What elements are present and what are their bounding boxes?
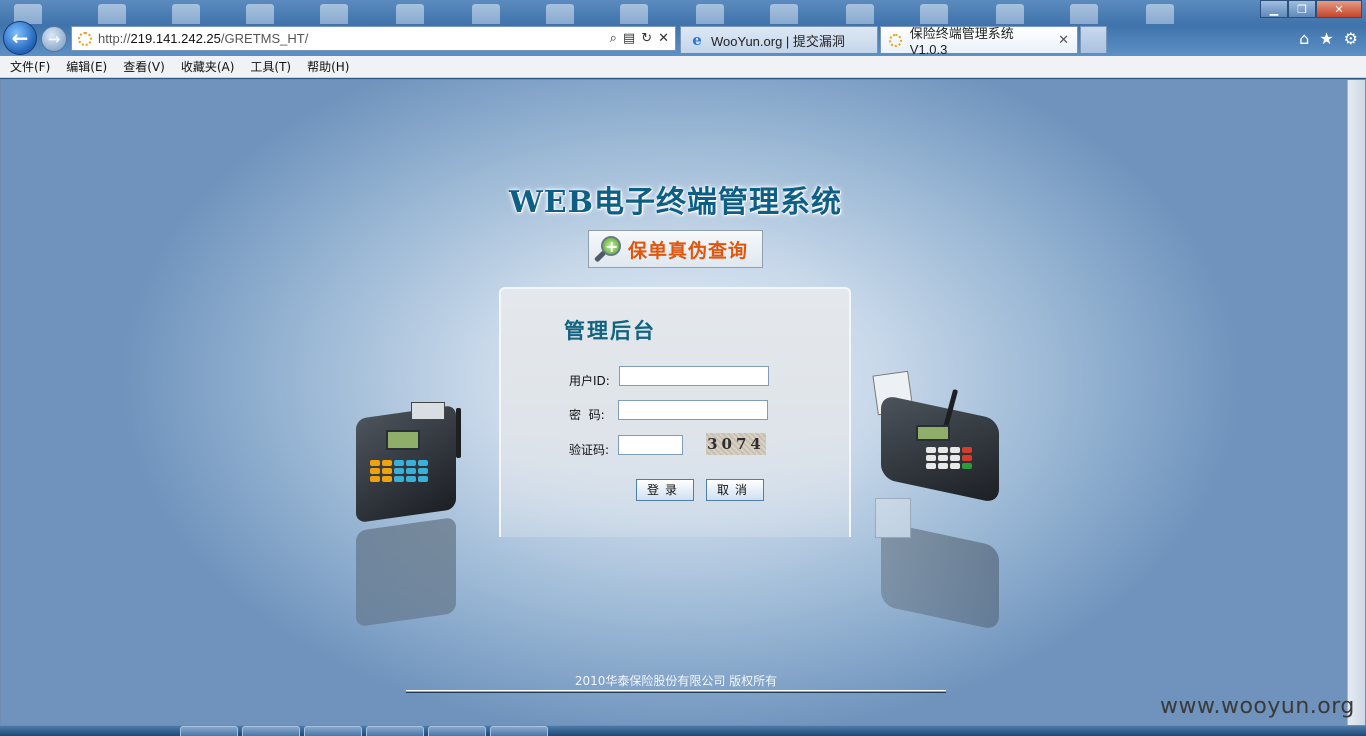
desktop-icon xyxy=(246,4,274,24)
password-input[interactable] xyxy=(618,400,768,420)
desktop-icon xyxy=(546,4,574,24)
menu-tools[interactable]: 工具(T) xyxy=(250,58,291,75)
desktop-icon xyxy=(396,4,424,24)
url-path: /GRETMS_HT/ xyxy=(220,31,309,46)
desktop-icon xyxy=(1146,4,1174,24)
desktop-icon xyxy=(172,4,200,24)
desktop-icon xyxy=(320,4,348,24)
back-button[interactable]: ← xyxy=(3,21,37,55)
close-icon: ✕ xyxy=(1334,2,1344,16)
browser-titlebar: ← → http://219.141.242.25/GRETMS_HT/ ⌕ ▤… xyxy=(0,0,1366,57)
arrow-right-icon: → xyxy=(47,30,61,48)
taskbar-item[interactable] xyxy=(180,726,238,736)
arrow-left-icon: ← xyxy=(11,26,29,50)
watermark-text: www.wooyun.org xyxy=(1160,694,1355,719)
desktop-icon xyxy=(1070,4,1098,24)
favorites-star-icon[interactable]: ★ xyxy=(1319,29,1333,48)
tab-close-icon[interactable]: ✕ xyxy=(1048,32,1069,48)
menu-help[interactable]: 帮助(H) xyxy=(307,58,349,75)
new-tab-button[interactable] xyxy=(1080,26,1107,53)
loading-icon xyxy=(889,33,902,47)
login-heading: 管理后台 xyxy=(564,318,656,343)
menu-favorites[interactable]: 收藏夹(A) xyxy=(181,58,235,75)
user-id-label: 用户ID: xyxy=(569,374,610,388)
tab-terminal-system[interactable]: 保险终端管理系统V1.0.3 ✕ xyxy=(880,26,1078,57)
tab-label: WooYun.org | 提交漏洞 xyxy=(711,33,845,49)
user-id-input[interactable] xyxy=(619,366,769,386)
magnifier-plus-icon: + xyxy=(593,234,624,264)
url-scheme: http:// xyxy=(98,31,131,46)
site-title: WEB电子终端管理系统 xyxy=(509,185,842,220)
taskbar-item[interactable] xyxy=(428,726,486,736)
desktop-icon xyxy=(770,4,798,24)
footer-divider xyxy=(406,690,946,693)
browser-toolbar-icons: ⌂ ★ ⚙ xyxy=(1299,29,1358,48)
window-controls: ▁ ❐ ✕ xyxy=(1260,0,1362,18)
home-icon[interactable]: ⌂ xyxy=(1299,29,1309,48)
taskbar-item[interactable] xyxy=(304,726,362,736)
address-tools: ⌕ ▤ ↻ ✕ xyxy=(610,31,675,46)
login-button[interactable]: 登录 xyxy=(636,479,694,501)
address-bar[interactable]: http://219.141.242.25/GRETMS_HT/ ⌕ ▤ ↻ ✕ xyxy=(71,26,676,51)
tab-label: 保险终端管理系统V1.0.3 xyxy=(909,26,1014,57)
menu-edit[interactable]: 编辑(E) xyxy=(66,58,107,75)
cancel-button[interactable]: 取消 xyxy=(706,479,764,501)
desktop-icon xyxy=(620,4,648,24)
copyright-footer: 2010华泰保险股份有限公司 版权所有 xyxy=(574,674,778,688)
desktop-icon xyxy=(920,4,948,24)
ie-icon: e xyxy=(692,31,702,49)
policy-verify-link[interactable]: + 保单真伪查询 xyxy=(588,230,763,268)
menu-file[interactable]: 文件(F) xyxy=(10,58,50,75)
menu-view[interactable]: 查看(V) xyxy=(123,58,165,75)
search-icon[interactable]: ⌕ xyxy=(610,31,617,46)
tab-wooyun[interactable]: e WooYun.org | 提交漏洞 xyxy=(680,26,878,53)
stop-icon[interactable]: ✕ xyxy=(658,31,669,46)
desktop-icon xyxy=(98,4,126,24)
pos-terminal-right-image xyxy=(871,365,1001,504)
restore-button[interactable]: ❐ xyxy=(1288,0,1316,18)
forward-button[interactable]: → xyxy=(41,26,67,52)
taskbar-item[interactable] xyxy=(242,726,300,736)
desktop-icons-strip xyxy=(0,0,1260,24)
compat-view-icon[interactable]: ▤ xyxy=(623,31,635,46)
policy-verify-label: 保单真伪查询 xyxy=(628,239,749,262)
site-favicon-icon xyxy=(78,31,92,46)
pos-terminal-left-image xyxy=(356,400,471,524)
menu-bar: 文件(F) 编辑(E) 查看(V) 收藏夹(A) 工具(T) 帮助(H) xyxy=(0,56,1366,78)
gear-icon[interactable]: ⚙ xyxy=(1344,29,1358,48)
minimize-icon: ▁ xyxy=(1269,2,1279,16)
captcha-label: 验证码: xyxy=(569,443,610,457)
login-panel: 管理后台 用户ID: 密 码: 验证码: 3074 登录 取消 xyxy=(499,287,851,537)
vertical-scrollbar[interactable] xyxy=(1347,80,1365,725)
url-host: 219.141.242.25 xyxy=(130,31,221,46)
page-viewport: WEB电子终端管理系统 + 保单真伪查询 管理后台 用户ID: 密 码: 验证码… xyxy=(0,79,1366,726)
pos-terminal-right-reflection xyxy=(871,498,1001,631)
password-label: 密 码: xyxy=(569,408,605,422)
restore-icon: ❐ xyxy=(1297,2,1307,16)
address-url[interactable]: http://219.141.242.25/GRETMS_HT/ xyxy=(98,31,610,46)
taskbar-item[interactable] xyxy=(490,726,548,736)
pos-terminal-left-reflection xyxy=(356,516,471,628)
refresh-icon[interactable]: ↻ xyxy=(641,31,652,46)
desktop-icon xyxy=(846,4,874,24)
captcha-image[interactable]: 3074 xyxy=(706,433,766,455)
captcha-input[interactable] xyxy=(618,435,683,455)
desktop-icon xyxy=(996,4,1024,24)
close-button[interactable]: ✕ xyxy=(1316,0,1362,18)
desktop-icon xyxy=(696,4,724,24)
desktop-icon xyxy=(472,4,500,24)
minimize-button[interactable]: ▁ xyxy=(1260,0,1288,18)
windows-taskbar xyxy=(0,726,1366,736)
taskbar-item[interactable] xyxy=(366,726,424,736)
